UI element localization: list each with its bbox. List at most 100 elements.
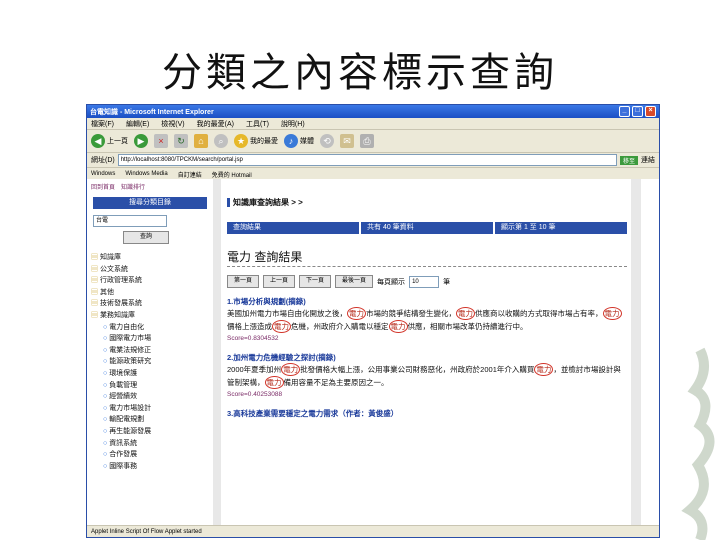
menu-help[interactable]: 說明(H) [281,119,305,129]
next-page-button[interactable]: 下一頁 [299,275,332,288]
tree-item[interactable]: ○ 負載管理 [91,380,213,392]
status-bar: Applet Inline Script Of Flow Applet star… [87,525,659,537]
tree-item-label: 電力自由化 [109,323,145,331]
title-bar: 台電知識 - Microsoft Internet Explorer _ □ × [87,105,659,118]
ranking-link[interactable]: 知識排行 [121,182,145,191]
tree-item[interactable]: ○ 環境保護 [91,368,213,380]
link-windows-media[interactable]: Windows Media [125,171,167,177]
tree-item-label: 國際電力市場 [109,335,152,343]
left-scrollbar[interactable] [213,179,221,525]
go-button[interactable]: 移至 [619,155,638,165]
tree-item[interactable]: ○ 輸配電規劃 [91,414,213,426]
tree-item[interactable]: ▤ 技術發展系統 [91,298,213,310]
result-item: 3.高科技產業需要穩定之電力需求（作者：黃俊盛） [227,408,627,419]
close-button[interactable]: × [645,106,656,117]
browser-window: 台電知識 - Microsoft Internet Explorer _ □ ×… [86,104,660,538]
stop-icon[interactable]: × [154,134,168,148]
snippet-text: 批發價格大幅上漲，公用事業公司財務惡化，州政府於2001年介入購買 [300,365,535,374]
tab-total-count: 共有 40 筆資料 [361,222,493,234]
tab-range: 顯示第 1 至 10 筆 [495,222,627,234]
history-icon[interactable]: ⟲ [320,134,334,148]
menu-view[interactable]: 檢視(V) [161,119,184,129]
favorites-button[interactable]: ★ 我的最愛 [234,134,278,148]
tree-item[interactable]: ○ 電力自由化 [91,322,213,334]
tree-item[interactable]: ○ 電力市場設計 [91,403,213,415]
right-scrollbar[interactable] [631,179,641,525]
snippet-text: 2000年夏季加州 [227,365,282,374]
tree-item-label: 經營績效 [109,393,138,401]
result-heading[interactable]: 1.市場分析與規劃(摘錄) [227,296,627,307]
tree-item-label: 輸配電規劃 [109,416,145,424]
tab-query-result[interactable]: 查詢結果 [227,222,359,234]
tree-item[interactable]: ▤ 公文系統 [91,264,213,276]
forward-arrow-icon[interactable]: ▶ [134,134,148,148]
page-content: 回到首頁 知識排行 搜尋分類目錄 台電 查詢 ▤ 知識庫 ▤ 公文系統 ▤ 行政管理… [87,179,659,525]
tree-item[interactable]: ▤ 行政管理系統 [91,275,213,287]
address-label: 網址(D) [91,157,115,164]
tree-item[interactable]: ○ 國際事務 [91,461,213,473]
first-page-button[interactable]: 第一頁 [227,275,260,288]
folder-icon: ▤ [91,288,100,296]
last-page-button[interactable]: 最後一頁 [335,275,374,288]
per-page-select[interactable]: 10 [409,275,440,288]
back-button[interactable]: ◀ 上一頁 [91,134,128,148]
tree-item[interactable]: ▤ 其他 [91,287,213,299]
maximize-button[interactable]: □ [632,106,643,117]
tree-item[interactable]: ○ 再生能源發展 [91,426,213,438]
media-icon: ♪ [284,134,298,148]
highlight-term: 電力 [534,363,554,376]
snippet-text: 市場的競爭結構發生變化， [366,309,456,318]
prev-page-button[interactable]: 上一頁 [263,275,296,288]
tree-item[interactable]: ○ 能源政策研究 [91,356,213,368]
menu-file[interactable]: 檔案(F) [91,119,114,129]
mail-icon[interactable]: ✉ [340,134,354,148]
tree-item[interactable]: ▤ 業務知識庫 [91,310,213,322]
print-icon[interactable]: ⎙ [360,134,374,148]
link-windows[interactable]: Windows [91,171,115,177]
window-title: 台電知識 - Microsoft Internet Explorer [90,108,214,116]
menu-favorites[interactable]: 我的最愛(A) [197,119,234,129]
query-button[interactable]: 查詢 [123,231,169,244]
tree-item-label: 合作發展 [109,451,138,459]
tree-item-label: 負載管理 [109,381,138,389]
category-input[interactable]: 台電 [93,215,167,227]
menu-edit[interactable]: 編輯(E) [126,119,149,129]
links-label[interactable]: 連結 [641,155,655,165]
tree-item-label: 技術發展系統 [99,300,142,308]
home-link[interactable]: 回到首頁 [91,182,115,191]
tree-item-label: 環境保護 [109,369,138,377]
home-icon[interactable]: ⌂ [194,134,208,148]
tree-item-label: 電力市場設計 [109,404,152,412]
tree-item[interactable]: ○ 經營績效 [91,391,213,403]
menu-tools[interactable]: 工具(T) [246,119,269,129]
folder-icon: ▤ [91,254,100,261]
tree-item-label: 國際事務 [109,462,138,470]
tree-item[interactable]: ○ 國際電力市場 [91,333,213,345]
tree-item-label: 其他 [99,288,114,296]
folder-icon: ▤ [91,300,100,308]
favorites-label: 我的最愛 [250,138,278,145]
media-button[interactable]: ♪ 媒體 [284,134,314,148]
per-page-unit: 筆 [443,278,451,286]
link-hotmail[interactable]: 免費的 Hotmail [212,170,252,179]
tree-item[interactable]: ○ 合作發展 [91,449,213,461]
tree-item-label: 行政管理系統 [99,277,142,285]
result-heading[interactable]: 3.高科技產業需要穩定之電力需求（作者：黃俊盛） [227,408,627,419]
tree-item[interactable]: ○ 資訊系統 [91,438,213,450]
result-heading[interactable]: 2.加州電力危機經驗之探討(摘錄) [227,352,627,363]
tree-item[interactable]: ○ 電業法規修正 [91,345,213,357]
address-bar: 網址(D) http://localhost:8080/TPCKM/search… [87,153,659,168]
highlight-term: 電力 [388,320,408,333]
search-icon[interactable]: ⌕ [214,134,228,148]
tree-item[interactable]: ▤ 知識庫 [91,252,213,264]
category-tree: ▤ 知識庫 ▤ 公文系統 ▤ 行政管理系統 ▤ 其他 ▤ 技術發展系統 ▤ 業務知識庫 ○ … [87,252,213,472]
link-custom[interactable]: 自訂連結 [178,170,202,179]
result-snippet: 美國加州電力市場自由化開放之後， 電力 市場的競爭結構發生變化， 電力 供應商以收購的方… [227,307,627,333]
address-input[interactable]: http://localhost:8080/TPCKM/search/porta… [117,154,617,166]
minimize-button[interactable]: _ [619,106,630,117]
toolbar: ◀ 上一頁 ▶ × ↻ ⌂ ⌕ ★ 我的最愛 ♪ 媒體 ⟲ ✉ ⎙ [87,130,659,153]
slide-title: 分類之內容標示查詢 [162,50,558,96]
refresh-icon[interactable]: ↻ [174,134,188,148]
snippet-text: 備用容量不足為主要原因之一。 [283,378,389,387]
highlight-term: 電力 [347,307,366,320]
